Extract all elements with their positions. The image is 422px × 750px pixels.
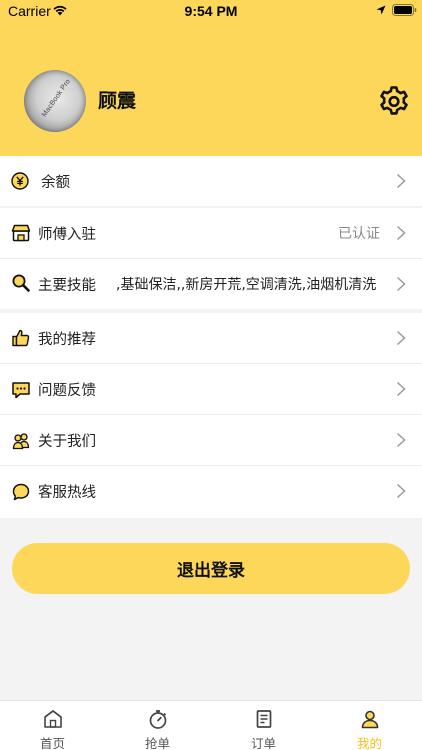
certification-status: 已认证 <box>338 226 380 242</box>
tab-bar: 首页 抢单 订单 我的 <box>0 700 422 750</box>
menu-label-balance: 余额 <box>41 175 70 191</box>
skills-list: ,基础保洁,,新房开荒,空调清洗,油烟机清洗 <box>116 277 377 293</box>
profile-header: Carrier 9:54 PM MacBook Pro 顾震 <box>0 0 422 156</box>
status-time: 9:54 PM <box>184 3 238 19</box>
chevron-right-icon <box>396 225 406 241</box>
menu-item-main-skills[interactable]: 主要技能 ,基础保洁,,新房开荒,空调清洗,油烟机清洗 <box>0 259 422 309</box>
menu-item-service-hotline[interactable]: 客服热线 <box>0 466 422 518</box>
chevron-right-icon <box>396 330 406 346</box>
menu-label-feedback: 问题反馈 <box>38 383 96 399</box>
location-arrow-icon <box>376 5 386 15</box>
tab-home[interactable]: 首页 <box>0 701 105 750</box>
yen-coin-icon <box>11 172 29 190</box>
document-icon <box>256 710 272 728</box>
menu-item-my-recommend[interactable]: 我的推荐 <box>0 313 422 363</box>
username: 顾震 <box>98 90 137 112</box>
avatar[interactable]: MacBook Pro <box>24 70 86 132</box>
tab-label-grab-order: 抢单 <box>144 736 170 750</box>
home-icon <box>44 710 62 728</box>
battery-icon <box>392 4 417 16</box>
tab-label-home: 首页 <box>39 736 65 750</box>
settings-gear-icon[interactable] <box>377 84 411 118</box>
chevron-right-icon <box>396 432 406 448</box>
menu-label-service-hotline: 客服热线 <box>38 485 96 501</box>
avatar-photo-text: MacBook Pro <box>40 78 73 119</box>
storefront-icon <box>11 224 31 242</box>
chevron-right-icon <box>396 276 406 292</box>
menu-item-about-us[interactable]: 关于我们 <box>0 415 422 465</box>
menu-label-master-join: 师傅入驻 <box>38 227 96 243</box>
tab-mine[interactable]: 我的 <box>317 701 422 750</box>
menu-item-master-join[interactable]: 师傅入驻 已认证 <box>0 208 422 258</box>
chevron-right-icon <box>396 173 406 189</box>
menu-item-balance[interactable]: 余额 <box>0 156 422 206</box>
menu-label-main-skills: 主要技能 <box>38 278 96 294</box>
menu-item-feedback[interactable]: 问题反馈 <box>0 364 422 414</box>
menu-label-about-us: 关于我们 <box>38 434 96 450</box>
tab-label-orders: 订单 <box>250 736 276 750</box>
stopwatch-icon <box>149 710 167 729</box>
tab-label-mine: 我的 <box>356 736 382 750</box>
menu-label-my-recommend: 我的推荐 <box>38 332 96 348</box>
thumbs-up-icon <box>12 329 30 347</box>
tab-grab-order[interactable]: 抢单 <box>105 701 210 750</box>
chat-bubble-icon <box>12 382 30 399</box>
chat-circle-icon <box>12 483 30 501</box>
magnifier-icon <box>12 274 30 292</box>
logout-button[interactable]: 退出登录 <box>12 543 410 594</box>
status-bar: Carrier 9:54 PM <box>0 0 422 22</box>
chevron-right-icon <box>396 483 406 499</box>
people-icon <box>12 433 30 450</box>
user-icon <box>361 710 379 729</box>
chevron-right-icon <box>396 381 406 397</box>
tab-orders[interactable]: 订单 <box>211 701 316 750</box>
